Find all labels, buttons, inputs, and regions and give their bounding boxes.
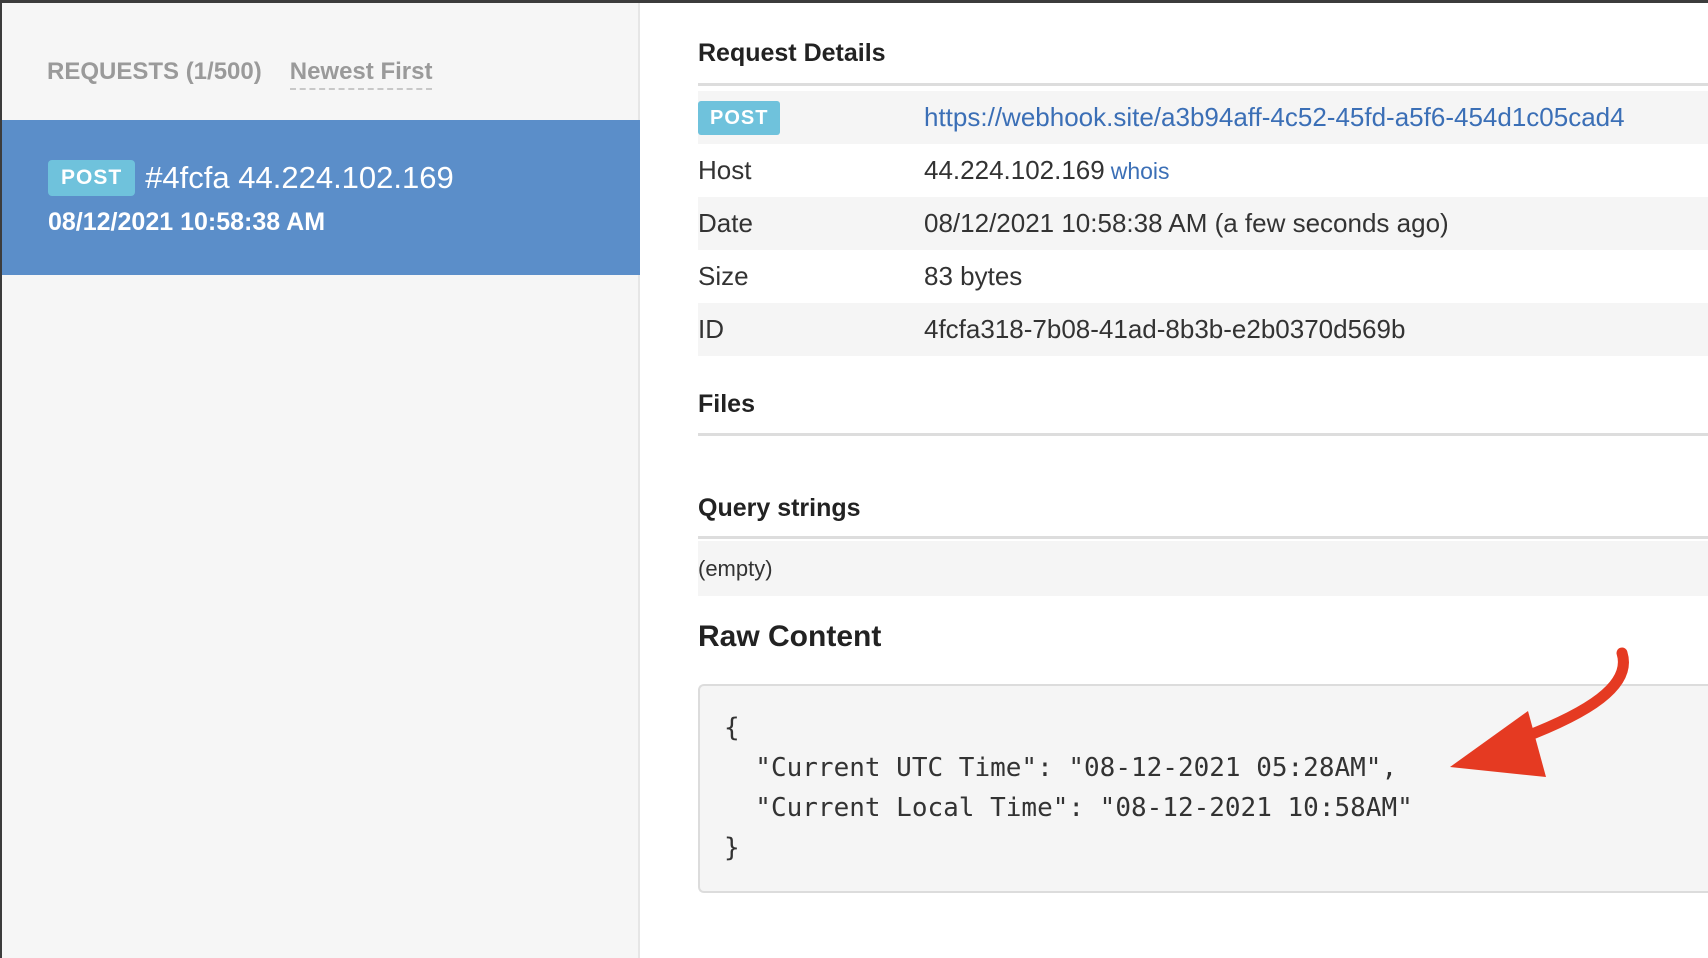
request-list-item[interactable]: POST #4fcfa 44.224.102.169 08/12/2021 10… (2, 120, 640, 275)
sort-order-toggle[interactable]: Newest First (289, 58, 433, 90)
section-divider (698, 83, 1708, 86)
whois-link[interactable]: whois (1111, 158, 1170, 184)
detail-row-url: POST https://webhook.site/a3b94aff-4c52-… (698, 91, 1708, 144)
detail-key: Size (698, 261, 749, 291)
detail-value: 4fcfa318-7b08-41ad-8b3b-e2b0370d569b (924, 314, 1406, 344)
detail-row-date: Date 08/12/2021 10:58:38 AM (a few secon… (698, 197, 1708, 250)
request-item-header: POST #4fcfa 44.224.102.169 (48, 160, 454, 196)
raw-content-title: Raw Content (698, 620, 882, 653)
request-details-title: Request Details (698, 39, 886, 67)
sidebar-header: REQUESTS (1/500) Newest First (47, 58, 433, 90)
detail-key: Date (698, 208, 753, 238)
requests-sidebar: REQUESTS (1/500) Newest First POST #4fcf… (2, 3, 640, 958)
detail-value: 44.224.102.169 (924, 155, 1105, 185)
webhook-url-link[interactable]: https://webhook.site/a3b94aff-4c52-45fd-… (924, 102, 1625, 132)
query-strings-title: Query strings (698, 494, 861, 522)
section-divider (698, 433, 1708, 436)
raw-content-code: { "Current UTC Time": "08-12-2021 05:28A… (724, 713, 1413, 863)
detail-method-cell: POST (698, 100, 924, 135)
detail-key: ID (698, 314, 724, 344)
detail-key: Host (698, 155, 752, 185)
requests-count-label: REQUESTS (1/500) (47, 58, 262, 85)
query-strings-empty: (empty) (698, 541, 1708, 596)
detail-url-cell: https://webhook.site/a3b94aff-4c52-45fd-… (924, 102, 1708, 133)
detail-row-host: Host 44.224.102.169 whois (698, 144, 1708, 197)
red-arrow-icon (1450, 647, 1629, 777)
method-badge: POST (48, 160, 136, 196)
detail-value: 08/12/2021 10:58:38 AM (a few seconds ag… (924, 208, 1449, 238)
request-item-date: 08/12/2021 10:58:38 AM (48, 208, 326, 236)
detail-row-id: ID 4fcfa318-7b08-41ad-8b3b-e2b0370d569b (698, 303, 1708, 356)
section-divider (698, 536, 1708, 539)
files-title: Files (698, 390, 755, 418)
request-item-title: #4fcfa 44.224.102.169 (145, 160, 454, 195)
method-badge: POST (698, 101, 781, 135)
detail-value-cell: 44.224.102.169 whois (924, 155, 1708, 186)
detail-row-size: Size 83 bytes (698, 250, 1708, 303)
detail-value: 83 bytes (924, 261, 1023, 291)
